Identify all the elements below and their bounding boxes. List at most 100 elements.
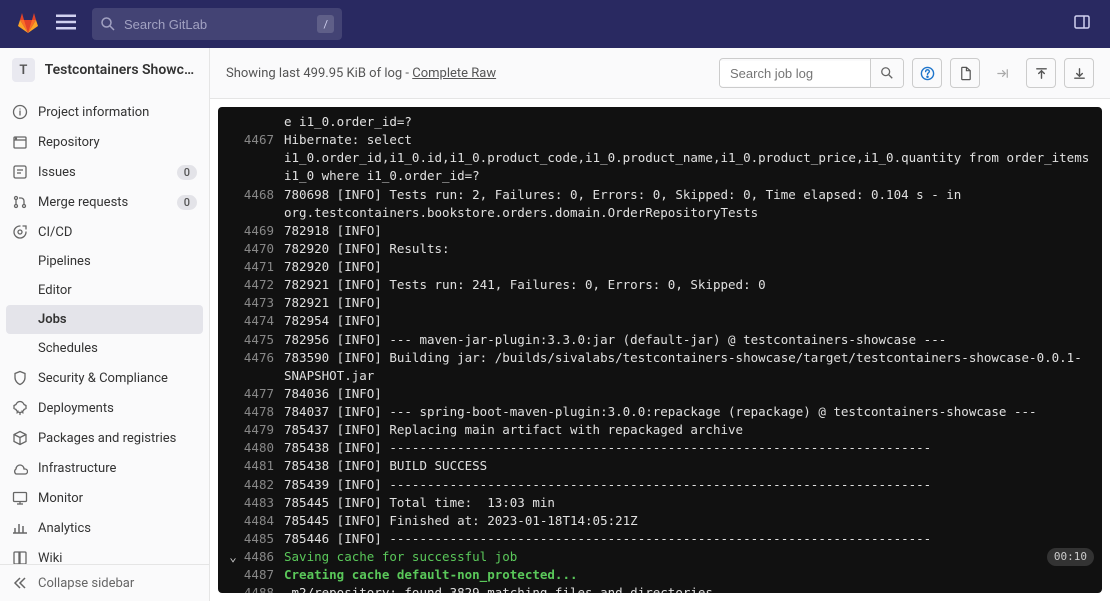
gitlab-logo[interactable] [16,10,40,38]
sidebar-item-monitor[interactable]: Monitor [0,483,209,513]
job-log-terminal[interactable]: e i1_0.order_id=?4467Hibernate: select i… [218,107,1102,593]
sidebar-item-wiki[interactable]: Wiki [0,543,209,564]
sidebar-subitem-editor[interactable]: Editor [0,276,209,305]
line-number: 4480 [240,439,284,457]
global-search[interactable]: / [92,8,342,40]
log-line: 4471782920 [INFO] [218,258,1102,276]
sidebar-item-project-info[interactable]: Project information [0,97,209,127]
sidebar-item-issues[interactable]: Issues0 [0,157,209,187]
log-line: 4478784037 [INFO] --- spring-boot-maven-… [218,403,1102,421]
sidebar-item-label: Packages and registries [38,431,197,446]
project-header[interactable]: T Testcontainers Showcase [0,48,209,93]
sidebar-item-label: Monitor [38,491,197,506]
deployments-icon [12,400,28,416]
sidebar-item-infrastructure[interactable]: Infrastructure [0,453,209,483]
hamburger-icon[interactable] [52,8,80,40]
sidebar-item-deployments[interactable]: Deployments [0,393,209,423]
wiki-icon [12,550,28,564]
log-content: .m2/repository: found 3829 matching file… [284,584,1094,593]
job-log-search [719,58,904,88]
log-line: 4468780698 [INFO] Tests run: 2, Failures… [218,186,1102,222]
sidebar-item-repository[interactable]: Repository [0,127,209,157]
sidebar-item-security[interactable]: Security & Compliance [0,363,209,393]
log-line: 4483785445 [INFO] Total time: 13:03 min [218,494,1102,512]
sidebar-item-merge-requests[interactable]: Merge requests0 [0,187,209,217]
question-icon [920,66,935,81]
sidebar-item-analytics[interactable]: Analytics [0,513,209,543]
sidebar-item-label: Deployments [38,401,197,416]
line-number: 4470 [240,240,284,258]
log-line: 4476783590 [INFO] Building jar: /builds/… [218,349,1102,385]
sidebar-item-label: Project information [38,105,197,120]
collapse-sidebar-label: Collapse sidebar [38,576,134,591]
project-info-icon [12,104,28,120]
line-number: 4467 [240,131,284,185]
scroll-bottom-button[interactable] [1064,58,1094,88]
chevron-down-icon[interactable]: ⌄ [226,548,240,566]
log-content: 785446 [INFO] --------------------------… [284,530,1094,548]
collapse-sidebar[interactable]: Collapse sidebar [0,564,209,601]
log-line: 4477784036 [INFO] [218,385,1102,403]
log-line: 4475782956 [INFO] --- maven-jar-plugin:3… [218,331,1102,349]
scroll-bottom-icon [1072,66,1087,81]
log-content: 782956 [INFO] --- maven-jar-plugin:3.3.0… [284,331,1094,349]
log-line: e i1_0.order_id=? [218,113,1102,131]
line-number: 4485 [240,530,284,548]
job-log-search-button[interactable] [870,59,903,87]
line-number: 4483 [240,494,284,512]
log-line: 4481785438 [INFO] BUILD SUCCESS [218,457,1102,475]
help-button[interactable] [912,58,942,88]
sidebar-item-label: Wiki [38,551,197,565]
sidebar-item-label: Repository [38,135,197,150]
log-line: 4474782954 [INFO] [218,312,1102,330]
sidebar-toggle-icon[interactable] [1070,10,1094,38]
security-icon [12,370,28,386]
job-log-header: Showing last 499.95 KiB of log - Complet… [210,48,1110,99]
line-number: 4476 [240,349,284,385]
log-content: 783590 [INFO] Building jar: /builds/siva… [284,349,1094,385]
log-content: 785437 [INFO] Replacing main artifact wi… [284,421,1094,439]
sidebar-subitem-pipelines[interactable]: Pipelines [0,247,209,276]
issues-icon [12,164,28,180]
raw-log-button[interactable] [950,58,980,88]
scroll-top-button[interactable] [1026,58,1056,88]
log-content: 785445 [INFO] Finished at: 2023-01-18T14… [284,512,1094,530]
line-number: 4486 [240,548,284,566]
badge: 0 [177,165,197,180]
log-line: 4488.m2/repository: found 3829 matching … [218,584,1102,593]
sidebar-item-label: Security & Compliance [38,371,197,386]
sidebar-item-packages[interactable]: Packages and registries [0,423,209,453]
scroll-top-icon [1034,66,1049,81]
line-number: 4484 [240,512,284,530]
main: Showing last 499.95 KiB of log - Complet… [210,48,1110,601]
document-icon [958,66,973,81]
sidebar-subitem-jobs[interactable]: Jobs [6,305,203,334]
line-number: 4482 [240,476,284,494]
line-number: 4479 [240,421,284,439]
line-number: 4478 [240,403,284,421]
badge: 0 [177,195,197,210]
log-content: 782920 [INFO] [284,258,1094,276]
sidebar-subitem-schedules[interactable]: Schedules [0,334,209,363]
section-timer: 00:10 [1047,548,1094,566]
line-number: 4469 [240,222,284,240]
search-icon [100,16,116,32]
job-log-search-input[interactable] [720,61,870,86]
log-content: 785445 [INFO] Total time: 13:03 min [284,494,1094,512]
log-line: 4487Creating cache default-non_protected… [218,566,1102,584]
log-content: 780698 [INFO] Tests run: 2, Failures: 0,… [284,186,1094,222]
log-info-text: Showing last 499.95 KiB of log - Complet… [226,66,496,81]
scroll-follow-button[interactable] [988,58,1018,88]
complete-raw-link[interactable]: Complete Raw [412,66,496,81]
sidebar-item-cicd[interactable]: CI/CD [0,217,209,247]
line-number: 4473 [240,294,284,312]
log-line: 4467Hibernate: select i1_0.order_id,i1_0… [218,131,1102,185]
log-content: 784036 [INFO] [284,385,1094,403]
cicd-icon [12,224,28,240]
log-content: 785438 [INFO] BUILD SUCCESS [284,457,1094,475]
log-line: 4469782918 [INFO] [218,222,1102,240]
global-search-input[interactable] [124,17,317,32]
infrastructure-icon [12,460,28,476]
log-line: 4480785438 [INFO] ----------------------… [218,439,1102,457]
log-line: 4479785437 [INFO] Replacing main artifac… [218,421,1102,439]
